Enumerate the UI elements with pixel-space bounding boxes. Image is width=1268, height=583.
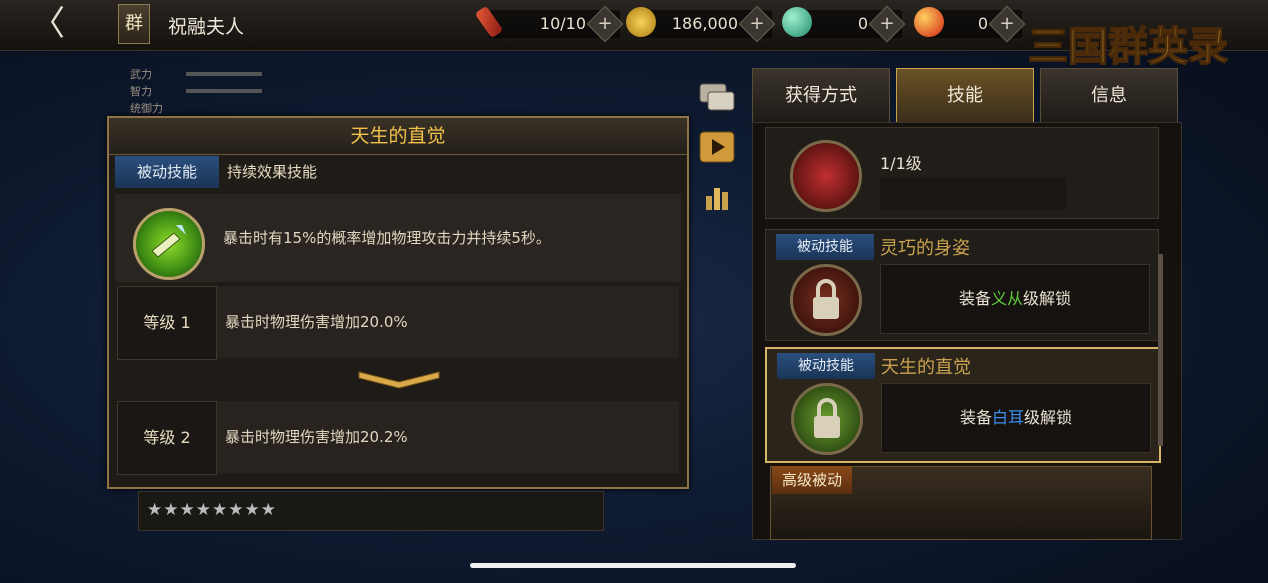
skill-name: 天生的直觉 [881,357,971,378]
play-icon[interactable] [698,130,736,164]
level-row: 等级 1 暴击时物理伤害增加20.0% [117,286,679,360]
tab-info[interactable]: 信息 [1040,68,1178,124]
tab-bar: 获得方式 技能 信息 [752,68,1180,124]
scroll-icon [474,5,504,39]
skill-icon [133,208,205,280]
add-jade-button[interactable]: + [868,5,906,43]
resource-value: 0 [977,14,988,33]
skill-level: 1/1级 [880,154,922,173]
lock-icon [791,383,863,455]
stat-bar [186,72,262,76]
lock-icon [790,264,862,336]
stat-label: 武力 [130,68,152,81]
coin-icon [626,7,656,37]
level-label: 等级 1 [117,286,217,360]
resource-value: 10/10 [539,14,586,33]
unlock-suffix: 级解锁 [1024,408,1073,427]
home-indicator[interactable] [470,563,796,568]
skill-icon [790,140,862,212]
unlock-item: 义从 [990,289,1023,308]
level-row: 等级 2 暴击时物理伤害增加20.2% [117,401,679,475]
chevron-down-icon[interactable] [357,370,441,390]
stat-row: 统御力 [130,100,270,117]
unlock-prefix: 装备 [959,408,992,427]
skill-type-text: 持续效果技能 [227,163,318,181]
skill-detail-popup: 天生的直觉 被动技能 持续效果技能 暴击时有15%的概率增加物理攻击力并持续5秒… [107,116,689,489]
add-coins-button[interactable]: + [738,5,776,43]
scrollbar[interactable] [1158,254,1163,446]
resource-scrolls: 10/10 + [474,5,624,43]
unlock-requirement: 装备义从级解锁 [880,264,1150,334]
unlock-requirement: 装备白耳级解锁 [881,383,1151,453]
skill-progress-box [880,178,1066,210]
svg-text:三国群英录: 三国群英录 [1028,23,1228,70]
tab-skills[interactable]: 技能 [896,68,1034,124]
jade-orb-icon [782,7,812,37]
stats-panel: 武力 智力 统御力 [130,66,270,116]
unlock-item: 白耳 [991,408,1024,427]
resource-red-orb: 0 + [914,5,1026,43]
stat-row: 武力 [130,66,270,83]
level-text: 暴击时物理伤害增加20.2% [225,428,408,446]
unlock-prefix: 装备 [958,289,991,308]
skill-entry-selected[interactable]: 被动技能 天生的直觉 装备白耳级解锁 [765,347,1161,463]
resource-value: 186,000 [671,14,738,33]
resource-coins: 186,000 + [626,5,776,43]
faction-badge: 群 [118,4,150,44]
level-text: 暴击时物理伤害增加20.0% [225,313,408,331]
popup-title: 天生的直觉 [109,118,687,155]
advanced-passive-tag: 高级被动 [772,466,852,494]
character-name: 祝融夫人 [168,16,245,38]
stat-row: 智力 [130,83,270,100]
unlock-suffix: 级解锁 [1023,289,1072,308]
skill-name: 灵巧的身姿 [880,238,970,259]
skill-description-row: 暴击时有15%的概率增加物理攻击力并持续5秒。 [115,194,681,282]
chat-icon[interactable] [698,80,736,114]
level-label: 等级 2 [117,401,217,475]
resource-value: 0 [857,14,868,33]
stat-label: 智力 [130,85,152,98]
skill-type-tag: 被动技能 [776,234,874,260]
stat-label: 统御力 [130,102,163,115]
skill-type-tag: 被动技能 [115,156,219,188]
skill-entry[interactable]: 被动技能 灵巧的身姿 装备义从级解锁 [765,229,1159,341]
skill-type-tag: 被动技能 [777,353,875,379]
star-rating: ★★★★★★★★ [147,500,277,520]
resource-jade: 0 + [782,5,906,43]
ranking-icon[interactable] [698,180,736,214]
back-button[interactable]: 〈 [30,6,66,44]
star-rating-bar: ★★★★★★★★ [138,491,604,531]
skill-description: 暴击时有15%的概率增加物理攻击力并持续5秒。 [223,229,551,247]
tab-acquire[interactable]: 获得方式 [752,68,890,124]
red-orb-icon [914,7,944,37]
stat-bar [186,89,262,93]
add-scrolls-button[interactable]: + [586,5,624,43]
skill-entry[interactable]: 1/1级 [765,127,1159,219]
